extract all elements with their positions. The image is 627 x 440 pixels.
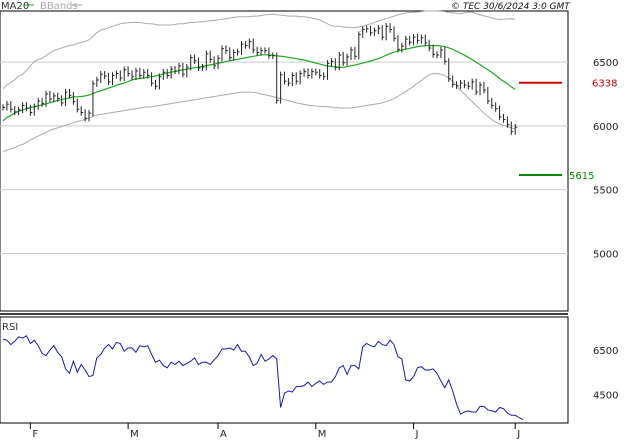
resistance-label: 6338 bbox=[592, 79, 617, 90]
bbands-upper-line bbox=[2, 10, 516, 90]
rsi-y-tick-label: 4500 bbox=[593, 390, 618, 401]
price-bars bbox=[2, 23, 518, 135]
rsi-series bbox=[2, 335, 524, 421]
stock-chart: 6338 5615 5000 5500 6000 6500 4500 6500 F M A M J J… bbox=[0, 1, 618, 440]
ma20-legend-label: MA20 bbox=[1, 1, 29, 12]
price-y-tick-label: 6000 bbox=[593, 122, 618, 133]
x-tick-label: A bbox=[220, 429, 227, 440]
bbands-series bbox=[2, 10, 516, 153]
x-tick-label: J bbox=[415, 429, 419, 440]
x-axis-ticks: FMAMJJ bbox=[29, 423, 520, 440]
x-tick-label: J bbox=[516, 429, 520, 440]
x-tick-label: F bbox=[32, 429, 38, 440]
price-y-tick-label: 5000 bbox=[593, 250, 618, 261]
x-tick-label: M bbox=[318, 429, 327, 440]
copyright-text: © TEC 30/6/2024 3:0 GMT bbox=[451, 2, 571, 12]
bbands-lower-line bbox=[2, 73, 516, 153]
y-axis-ticks: 5000 5500 6000 6500 4500 6500 bbox=[593, 58, 618, 401]
bbands-legend-label: BBands bbox=[40, 1, 78, 12]
rsi-title: RSI bbox=[2, 322, 18, 333]
grid-lines bbox=[0, 61, 568, 255]
x-tick-label: M bbox=[130, 429, 139, 440]
ma20-line bbox=[2, 44, 516, 122]
price-y-tick-label: 6500 bbox=[593, 58, 618, 69]
ma20-series bbox=[2, 44, 516, 122]
rsi-line bbox=[2, 335, 524, 421]
price-y-tick-label: 5500 bbox=[593, 186, 618, 197]
support-label: 5615 bbox=[569, 171, 594, 182]
rsi-y-tick-label: 6500 bbox=[593, 346, 618, 357]
